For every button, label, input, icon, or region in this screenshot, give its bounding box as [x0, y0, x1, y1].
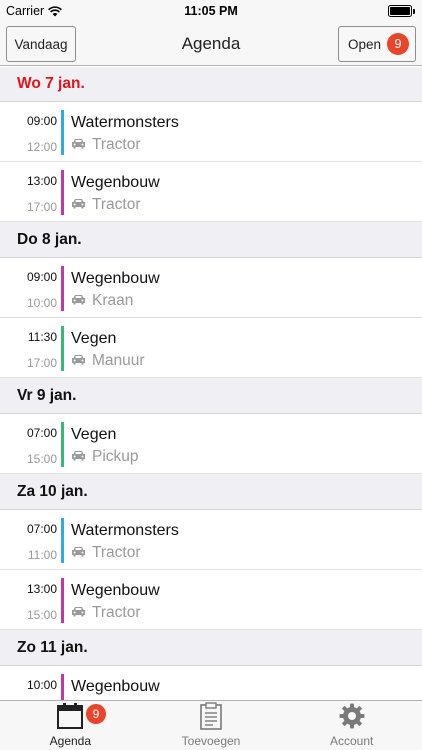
item-title: Watermonsters	[71, 114, 179, 131]
day-header: Za 10 jan.	[0, 474, 422, 510]
start-time: 07:00	[26, 522, 57, 536]
open-button-label: Open	[348, 36, 382, 52]
end-time: 15:00	[26, 452, 57, 466]
agenda-item[interactable]: 07:00 15:00 Vegen Pickup	[0, 414, 422, 474]
clipboard-icon	[200, 701, 222, 731]
resource-label: Manuur	[92, 352, 145, 369]
item-resource: Tractor	[71, 604, 141, 622]
tab-toevoegen[interactable]: Toevoegen	[141, 701, 282, 750]
category-color-bar	[61, 170, 64, 215]
agenda-list[interactable]: Wo 7 jan. 09:00 12:00 Watermonsters Tractor 1…	[0, 67, 422, 700]
agenda-item[interactable]: 07:00 11:00 Watermonsters Tractor	[0, 510, 422, 570]
gear-icon	[339, 701, 365, 731]
category-color-bar	[61, 110, 64, 155]
resource-label: Tractor	[92, 604, 141, 621]
resource-label: Tractor	[92, 196, 141, 213]
tab-label: Account	[330, 734, 374, 748]
car-icon	[71, 604, 86, 622]
item-title: Vegen	[71, 330, 117, 347]
tab-agenda[interactable]: Agenda 9	[0, 701, 141, 750]
end-time: 10:00	[26, 296, 57, 310]
day-header: Zo 11 jan.	[0, 630, 422, 666]
item-title: Wegenbouw	[71, 582, 160, 599]
tab-label: Toevoegen	[181, 734, 241, 748]
car-icon	[71, 544, 86, 562]
agenda-item[interactable]: 11:30 17:00 Vegen Manuur	[0, 318, 422, 378]
item-title: Wegenbouw	[71, 174, 160, 191]
resource-label: Pickup	[92, 448, 139, 465]
car-icon	[71, 352, 86, 370]
item-resource: Tractor	[71, 196, 141, 214]
category-color-bar	[61, 674, 64, 700]
calendar-icon	[56, 701, 84, 731]
resource-label: Tractor	[92, 136, 141, 153]
car-icon	[71, 136, 86, 154]
day-header: Vr 9 jan.	[0, 378, 422, 414]
start-time: 13:00	[26, 174, 57, 188]
start-time: 10:00	[26, 678, 57, 692]
start-time: 09:00	[26, 270, 57, 284]
tab-label: Agenda	[49, 734, 92, 748]
navigation-bar: Vandaag Agenda Open 9	[0, 24, 422, 66]
end-time: 15:00	[26, 608, 57, 622]
start-time: 11:30	[27, 330, 57, 344]
item-resource: Pickup	[71, 448, 139, 466]
tab-bar: Agenda 9 Toevoegen Account	[0, 700, 422, 750]
item-resource: Manuur	[71, 352, 145, 370]
start-time: 13:00	[26, 582, 57, 596]
car-icon	[71, 448, 86, 466]
end-time: 17:00	[26, 356, 57, 370]
category-color-bar	[61, 326, 64, 371]
item-resource: Tractor	[71, 136, 141, 154]
category-color-bar	[61, 266, 64, 311]
start-time: 09:00	[26, 114, 57, 128]
open-count-badge: 9	[387, 33, 410, 55]
item-title: Watermonsters	[71, 522, 179, 539]
end-time: 12:00	[26, 140, 57, 154]
start-time: 07:00	[26, 426, 57, 440]
agenda-item[interactable]: 09:00 12:00 Watermonsters Tractor	[0, 102, 422, 162]
item-title: Wegenbouw	[71, 270, 160, 287]
agenda-item[interactable]: 10:00 Wegenbouw	[0, 666, 422, 700]
category-color-bar	[61, 518, 64, 563]
open-button[interactable]: Open 9	[338, 26, 416, 62]
resource-label: Tractor	[92, 544, 141, 561]
tab-account[interactable]: Account	[281, 701, 422, 750]
agenda-item[interactable]: 13:00 15:00 Wegenbouw Tractor	[0, 570, 422, 630]
end-time: 17:00	[26, 200, 57, 214]
end-time: 11:00	[27, 548, 57, 562]
resource-label: Kraan	[92, 292, 134, 309]
category-color-bar	[61, 578, 64, 623]
day-header: Wo 7 jan.	[0, 67, 422, 102]
status-bar: Carrier 11:05 PM	[0, 0, 422, 24]
item-title: Vegen	[71, 426, 117, 443]
car-icon	[71, 292, 86, 310]
car-icon	[71, 196, 86, 214]
item-title: Wegenbouw	[71, 678, 160, 695]
tab-badge: 9	[86, 704, 106, 724]
item-resource: Kraan	[71, 292, 133, 310]
item-resource: Tractor	[71, 544, 141, 562]
agenda-item[interactable]: 09:00 10:00 Wegenbouw Kraan	[0, 258, 422, 318]
day-header: Do 8 jan.	[0, 222, 422, 258]
clock: 11:05 PM	[184, 4, 238, 18]
agenda-item[interactable]: 13:00 17:00 Wegenbouw Tractor	[0, 162, 422, 222]
battery-icon	[388, 5, 415, 17]
category-color-bar	[61, 422, 64, 467]
